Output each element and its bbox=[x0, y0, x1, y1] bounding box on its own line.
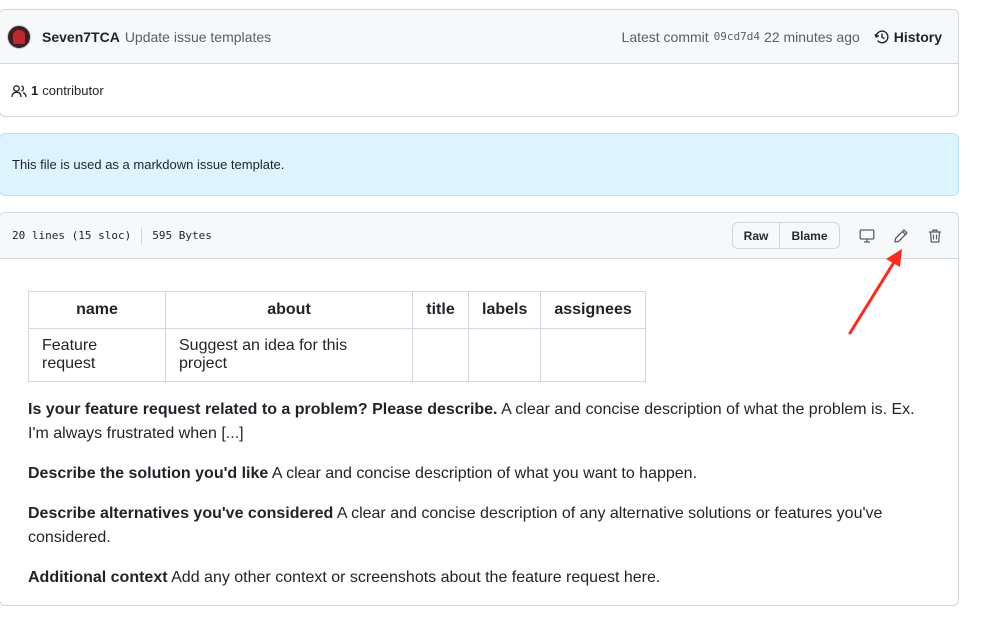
contributor-count: 1 bbox=[31, 83, 39, 98]
table-cell bbox=[412, 328, 469, 382]
latest-commit-label: Latest commit bbox=[621, 28, 709, 45]
latest-commit-box: Seven7TCA Update issue templates Latest … bbox=[0, 9, 959, 117]
table-header-row: name about title labels assignees bbox=[28, 291, 646, 329]
paragraph: Describe alternatives you've considered … bbox=[28, 502, 930, 550]
template-notice-text: This file is used as a markdown issue te… bbox=[12, 157, 285, 172]
paragraph: Additional context Add any other context… bbox=[28, 566, 930, 590]
table-header-cell: labels bbox=[467, 291, 542, 329]
commit-row: Seven7TCA Update issue templates Latest … bbox=[0, 10, 958, 64]
paragraph-text: A clear and concise description of what … bbox=[268, 465, 698, 482]
table-cell: Feature request bbox=[28, 328, 166, 382]
header-divider bbox=[141, 226, 143, 245]
commit-message[interactable]: Update issue templates bbox=[125, 29, 271, 45]
file-actions: Raw Blame bbox=[732, 222, 840, 249]
contributors-row[interactable]: 1 contributor bbox=[0, 64, 958, 116]
file-header: 20 lines (15 sloc) 595 Bytes Raw Blame bbox=[0, 213, 958, 259]
delete-file-button[interactable] bbox=[918, 222, 952, 250]
table-cell bbox=[467, 328, 542, 382]
file-size: 595 Bytes bbox=[152, 229, 212, 242]
table-cell: Suggest an idea for this project bbox=[165, 328, 413, 382]
table-header-cell: about bbox=[165, 291, 413, 329]
commit-sha[interactable]: 09cd7d4 bbox=[714, 30, 760, 43]
file-viewer: 20 lines (15 sloc) 595 Bytes Raw Blame n… bbox=[0, 212, 959, 606]
front-matter-table: name about title labels assignees Featur… bbox=[28, 291, 646, 382]
file-lines: 20 lines (15 sloc) bbox=[12, 229, 132, 242]
display-icon bbox=[859, 228, 875, 243]
trash-icon bbox=[929, 229, 941, 243]
people-icon bbox=[11, 84, 27, 97]
history-label: History bbox=[893, 28, 942, 45]
commit-author[interactable]: Seven7TCA bbox=[42, 29, 120, 45]
commit-time: 22 minutes ago bbox=[764, 28, 860, 45]
paragraph: Describe the solution you'd like A clear… bbox=[28, 462, 930, 486]
template-notice: This file is used as a markdown issue te… bbox=[0, 133, 959, 196]
paragraph: Is your feature request related to a pro… bbox=[28, 398, 930, 446]
contributor-label: contributor bbox=[42, 83, 104, 98]
table-header-cell: name bbox=[28, 291, 166, 329]
raw-button[interactable]: Raw bbox=[732, 222, 780, 249]
author-avatar[interactable] bbox=[7, 24, 31, 49]
paragraph-heading: Describe alternatives you've considered bbox=[28, 505, 334, 522]
table-header-cell: assignees bbox=[540, 291, 646, 329]
markdown-body: name about title labels assignees Featur… bbox=[0, 259, 958, 590]
paragraph-heading: Is your feature request related to a pro… bbox=[28, 401, 498, 418]
blame-button[interactable]: Blame bbox=[780, 222, 840, 249]
table-row: Feature request Suggest an idea for this… bbox=[28, 328, 646, 382]
paragraph-heading: Additional context bbox=[28, 569, 168, 586]
table-cell bbox=[540, 328, 646, 382]
pencil-icon bbox=[894, 228, 908, 243]
table-header-cell: title bbox=[412, 291, 469, 329]
paragraph-heading: Describe the solution you'd like bbox=[28, 465, 269, 482]
open-desktop-button[interactable] bbox=[850, 222, 884, 250]
history-button[interactable]: History bbox=[874, 29, 942, 45]
paragraph-text: Add any other context or screenshots abo… bbox=[167, 569, 661, 586]
history-icon bbox=[874, 29, 889, 43]
edit-file-button[interactable] bbox=[884, 222, 918, 250]
